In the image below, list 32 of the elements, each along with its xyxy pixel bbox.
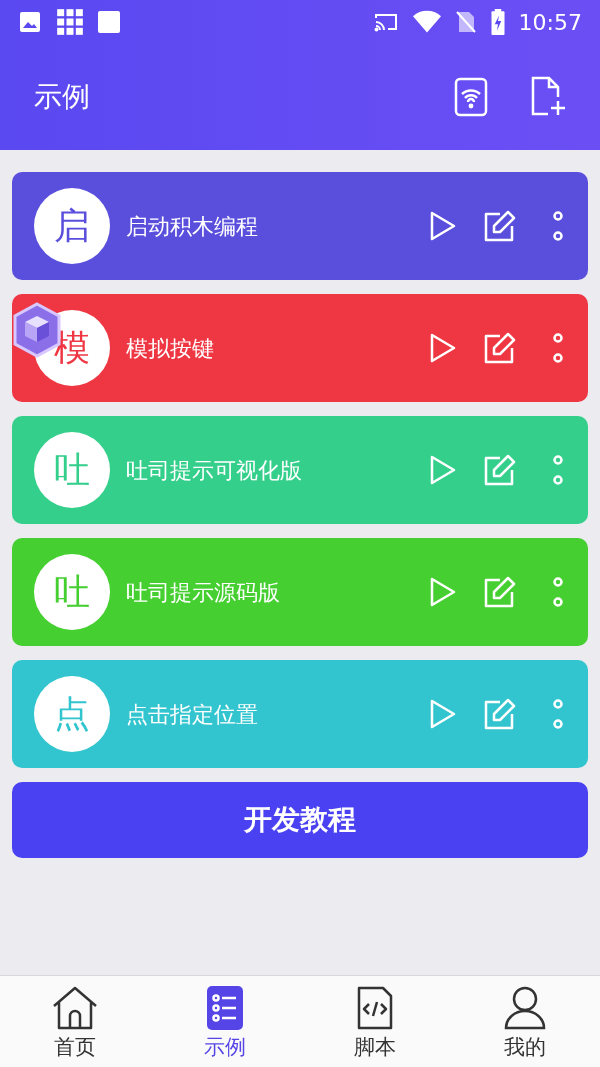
tutorial-button[interactable]: 开发教程 (12, 782, 588, 858)
wifi-card-icon[interactable] (454, 77, 488, 117)
code-file-icon (357, 986, 393, 1030)
nav-tab[interactable]: 脚本 (300, 976, 450, 1067)
new-file-icon[interactable] (530, 76, 566, 118)
wifi-icon (412, 10, 441, 34)
no-sim-icon (454, 10, 477, 34)
play-icon[interactable] (430, 211, 456, 241)
square-icon (98, 11, 120, 33)
screen-title: 示例 (34, 79, 91, 115)
more-icon[interactable] (552, 333, 564, 363)
edit-icon[interactable] (484, 210, 516, 242)
script-card[interactable]: 模 模拟按键 (12, 294, 588, 402)
play-icon[interactable] (430, 333, 456, 363)
nav-tab[interactable]: 首页 (0, 976, 150, 1067)
card-title: 启动积木编程 (126, 212, 259, 241)
nav-tab[interactable]: 示例 (150, 976, 300, 1067)
script-card[interactable]: 启 启动积木编程 (12, 172, 588, 280)
status-time: 10:57 (518, 8, 582, 37)
home-icon (52, 986, 98, 1030)
nav-tab[interactable]: 我的 (450, 976, 600, 1067)
card-title: 点击指定位置 (126, 700, 259, 729)
image-icon (18, 10, 42, 34)
list-icon (207, 986, 243, 1030)
battery-icon (490, 9, 505, 35)
card-title: 吐司提示源码版 (126, 578, 281, 607)
more-icon[interactable] (552, 211, 564, 241)
card-title: 吐司提示可视化版 (126, 456, 303, 485)
edit-icon[interactable] (484, 332, 516, 364)
user-icon (504, 986, 546, 1030)
card-title: 模拟按键 (126, 334, 215, 363)
grid-icon (56, 8, 84, 36)
